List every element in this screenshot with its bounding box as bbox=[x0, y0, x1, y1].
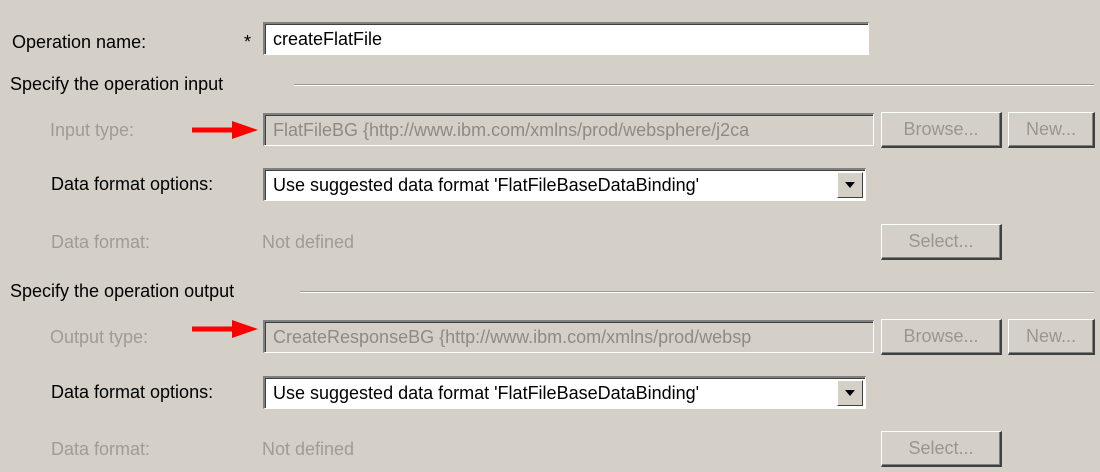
input-format-options-value: Use suggested data format 'FlatFileBaseD… bbox=[273, 175, 700, 195]
output-type-label: Output type: bbox=[50, 327, 149, 347]
input-section-divider bbox=[294, 84, 1094, 86]
input-section-title: Specify the operation input bbox=[10, 74, 224, 94]
chevron-down-icon[interactable] bbox=[837, 380, 863, 406]
output-browse-button[interactable]: Browse... bbox=[881, 319, 1002, 355]
input-new-button[interactable]: New... bbox=[1008, 112, 1095, 148]
output-format-options-dropdown[interactable]: Use suggested data format 'FlatFileBaseD… bbox=[263, 376, 866, 409]
output-data-format-label: Data format: bbox=[51, 439, 151, 459]
input-type-field: FlatFileBG {http://www.ibm.com/xmlns/pro… bbox=[263, 113, 874, 146]
output-format-options-label: Data format options: bbox=[51, 382, 214, 402]
operation-name-label: Operation name: bbox=[12, 32, 147, 52]
output-type-field: CreateResponseBG {http://www.ibm.com/xml… bbox=[263, 320, 874, 353]
input-type-label: Input type: bbox=[50, 120, 135, 140]
input-format-options-label: Data format options: bbox=[51, 174, 214, 194]
output-new-button[interactable]: New... bbox=[1008, 319, 1095, 355]
output-format-options-value: Use suggested data format 'FlatFileBaseD… bbox=[273, 383, 700, 403]
output-section-title: Specify the operation output bbox=[10, 281, 235, 301]
input-format-options-dropdown[interactable]: Use suggested data format 'FlatFileBaseD… bbox=[263, 168, 866, 201]
input-browse-button[interactable]: Browse... bbox=[881, 112, 1002, 148]
operation-name-input[interactable]: createFlatFile bbox=[263, 22, 869, 55]
required-marker: * bbox=[244, 32, 252, 52]
chevron-down-icon[interactable] bbox=[837, 172, 863, 198]
input-data-format-value: Not defined bbox=[262, 232, 355, 252]
red-right-arrow-icon bbox=[192, 320, 258, 338]
output-data-format-value: Not defined bbox=[262, 439, 355, 459]
output-select-button[interactable]: Select... bbox=[881, 431, 1002, 467]
input-select-button[interactable]: Select... bbox=[881, 224, 1002, 260]
input-data-format-label: Data format: bbox=[51, 232, 151, 252]
output-section-divider bbox=[300, 291, 1094, 293]
red-right-arrow-icon bbox=[192, 121, 258, 139]
